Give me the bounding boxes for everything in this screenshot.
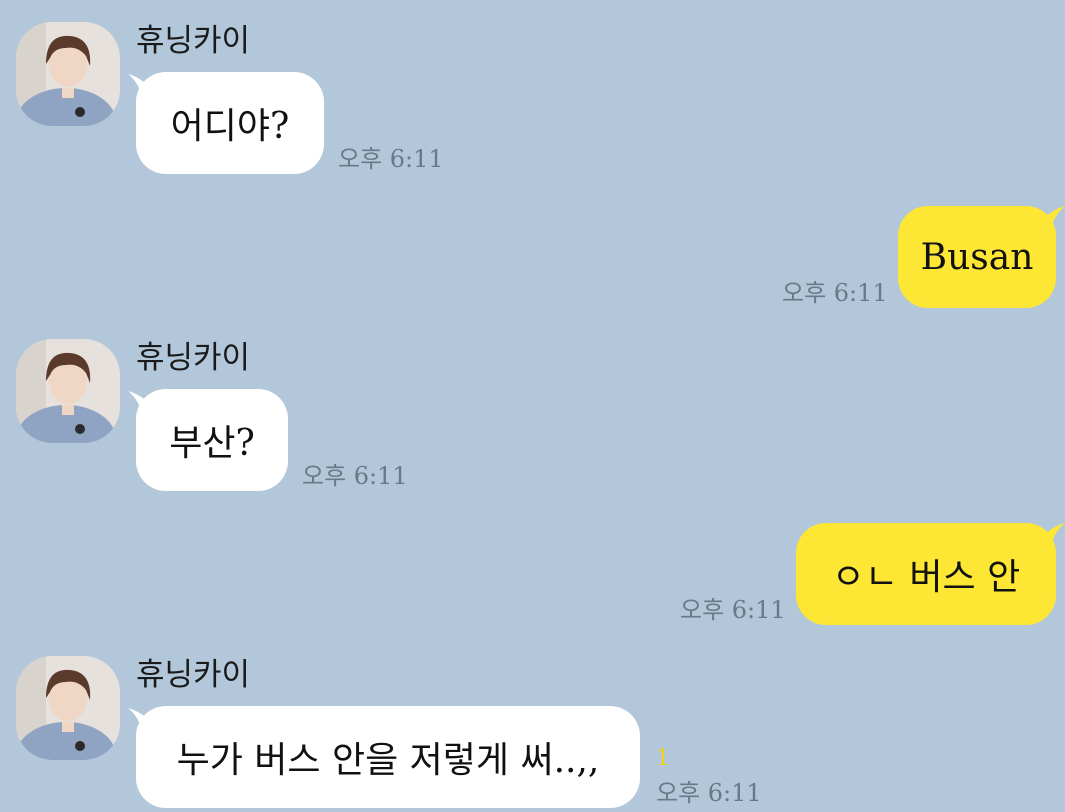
avatar[interactable]	[16, 22, 120, 126]
bubble-tail	[1043, 206, 1065, 228]
message-bubble[interactable]: 누가 버스 안을 저렇게 써..,,	[136, 706, 640, 808]
message-text: Busan	[920, 236, 1034, 278]
profile-photo-icon	[16, 656, 120, 760]
avatar[interactable]	[16, 339, 120, 443]
profile-photo-icon	[16, 22, 120, 126]
unread-count: 1	[656, 746, 670, 771]
sender-name: 휴닝카이	[136, 23, 251, 59]
avatar[interactable]	[16, 656, 120, 760]
profile-photo-icon	[16, 339, 120, 443]
bubble-tail	[1043, 523, 1065, 545]
sender-name: 휴닝카이	[136, 340, 251, 376]
chat-view[interactable]: 휴닝카이 어디야? 오후 6:11 Busan 오후 6:11 휴닝카이 부산?…	[0, 0, 1065, 812]
message-time: 오후 6:11	[338, 145, 444, 173]
message-text: 어디야?	[170, 106, 290, 147]
message-time: 오후 6:11	[680, 596, 786, 624]
sender-name: 휴닝카이	[136, 657, 251, 693]
message-bubble[interactable]: 어디야?	[136, 72, 324, 174]
message-bubble[interactable]: 부산?	[136, 389, 288, 491]
message-text: 누가 버스 안을 저렇게 써..,,	[176, 740, 600, 781]
message-bubble[interactable]: ㅇㄴ 버스 안	[796, 523, 1056, 625]
message-time: 오후 6:11	[302, 462, 408, 490]
message-time: 오후 6:11	[656, 779, 762, 807]
message-bubble[interactable]: Busan	[898, 206, 1056, 308]
message-text: 부산?	[169, 423, 255, 464]
message-time: 오후 6:11	[782, 279, 888, 307]
message-text: ㅇㄴ 버스 안	[831, 557, 1021, 598]
